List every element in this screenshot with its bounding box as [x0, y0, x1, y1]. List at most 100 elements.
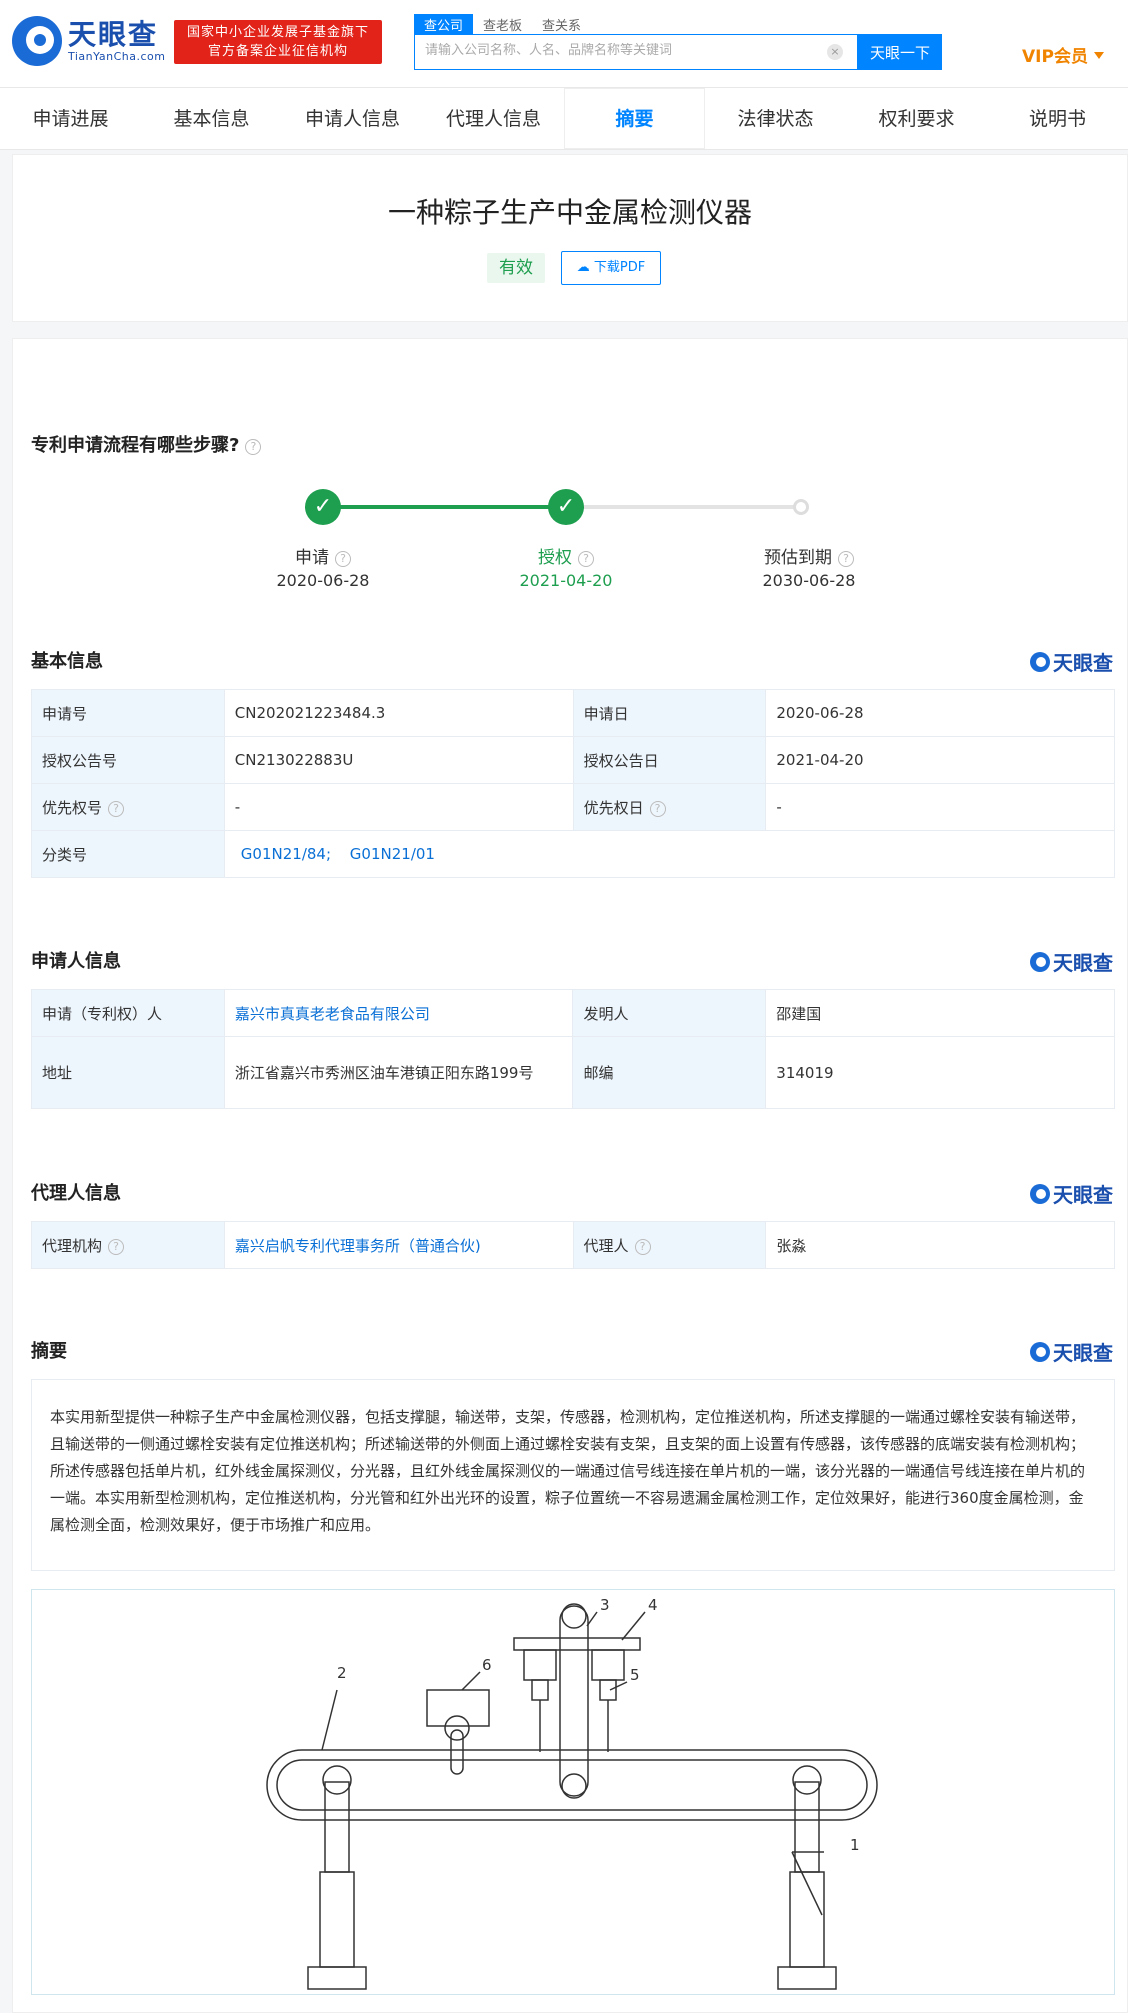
part-label-1: 1	[850, 1836, 860, 1854]
patent-detail-card: 专利申请流程有哪些步骤?? ✓ ✓ 申请? 2020-06-28 授权? 202…	[12, 338, 1128, 2013]
help-icon[interactable]: ?	[108, 1238, 125, 1255]
caret-down-icon	[1093, 52, 1104, 59]
timeline-progress-line	[323, 505, 557, 509]
postcode: 314019	[765, 1036, 1115, 1109]
step-date: 2030-06-28	[762, 571, 856, 590]
logo-text: 天眼查	[68, 17, 159, 51]
applicant-info-table: 申请（专利权）人 嘉兴市真真老老食品有限公司 发明人 邵建国 地址 浙江省嘉兴市…	[31, 989, 1115, 1109]
logo-eye-icon	[12, 16, 62, 66]
classification-link[interactable]: G01N21/01	[350, 845, 435, 863]
bracket	[513, 1637, 641, 1651]
abstract-text: 本实用新型提供一种粽子生产中金属检测仪器，包括支撑腿，输送带，支架，传感器，检测…	[31, 1379, 1115, 1571]
step-pending-dot	[793, 499, 809, 515]
help-icon[interactable]: ?	[838, 551, 854, 567]
step-date: 2020-06-28	[276, 571, 370, 590]
step-done-check-icon: ✓	[548, 489, 584, 525]
help-icon[interactable]: ?	[649, 800, 666, 817]
tab-agent-info[interactable]: 代理人信息	[423, 88, 564, 149]
patent-title-card: 一种粽子生产中金属检测仪器 有效 ☁ 下载PDF	[12, 154, 1128, 322]
applicant-address: 浙江省嘉兴市秀洲区油车港镇正阳东路199号	[223, 1036, 574, 1109]
table-row: 地址 浙江省嘉兴市秀洲区油车港镇正阳东路199号 邮编 314019	[31, 1036, 1115, 1109]
tab-search-relation[interactable]: 查关系	[532, 14, 591, 35]
part-label-6: 6	[482, 1656, 492, 1674]
tab-applicant-info[interactable]: 申请人信息	[282, 88, 423, 149]
agency-link[interactable]: 嘉兴启帆专利代理事务所（普通合伙)	[235, 1237, 481, 1255]
step-label: 申请?	[243, 543, 403, 568]
grant-date: 2021-04-20	[765, 736, 1115, 784]
priority-number: -	[223, 783, 574, 831]
step-label: 授权?	[486, 543, 646, 568]
brand-logo: 天眼查	[1030, 1179, 1113, 1208]
table-row: 代理机构? 嘉兴启帆专利代理事务所（普通合伙) 代理人? 张淼	[31, 1221, 1115, 1269]
timeline-pending-line	[567, 505, 797, 509]
brand-eye-icon	[1030, 1341, 1050, 1362]
tab-search-company[interactable]: 查公司	[414, 14, 474, 35]
application-number: CN202021223484.3	[223, 689, 574, 737]
timeline-section-title: 专利申请流程有哪些步骤??	[31, 431, 262, 457]
patent-section-nav: 申请进展 基本信息 申请人信息 代理人信息 摘要 法律状态 权利要求 说明书	[0, 88, 1128, 150]
abstract-title: 摘要	[31, 1341, 67, 1362]
status-badge: 有效	[487, 253, 545, 283]
detection-column	[559, 1605, 589, 1797]
pusher-mechanism	[426, 1689, 490, 1727]
search-type-tabs: 查公司 查老板 查关系	[414, 14, 591, 35]
agent-name: 张淼	[765, 1221, 1115, 1269]
search-button[interactable]: 天眼一下	[858, 34, 942, 70]
inventor-name: 邵建国	[765, 989, 1115, 1037]
support-leg	[324, 1781, 350, 1873]
patent-drawing-figure: 1 2 3 4 5 6	[266, 1596, 878, 1990]
page-title: 一种粽子生产中金属检测仪器	[387, 196, 752, 229]
step-label: 预估到期?	[729, 543, 889, 568]
brand-logo: 天眼查	[1030, 947, 1113, 976]
official-badge: 国家中小企业发展子基金旗下 官方备案企业征信机构	[174, 20, 382, 64]
brand-logo: 天眼查	[1030, 647, 1113, 676]
part-label-4: 4	[648, 1596, 658, 1614]
brand-eye-icon	[1030, 1183, 1050, 1204]
step-date: 2021-04-20	[519, 571, 613, 590]
support-leg	[794, 1781, 820, 1873]
table-row: 申请号 CN202021223484.3 申请日 2020-06-28	[31, 689, 1115, 737]
help-icon[interactable]: ?	[108, 800, 125, 817]
part-label-3: 3	[600, 1596, 610, 1614]
table-row: 优先权号? - 优先权日? -	[31, 783, 1115, 831]
tab-basic-info[interactable]: 基本信息	[141, 88, 282, 149]
clear-icon[interactable]: ×	[827, 44, 843, 60]
part-label-2: 2	[337, 1664, 347, 1682]
brand-eye-icon	[1030, 951, 1050, 972]
logo-domain: TianYanCha.com	[68, 49, 166, 63]
tab-description[interactable]: 说明书	[987, 88, 1128, 149]
site-logo[interactable]: 天眼查 TianYanCha.com	[12, 16, 165, 66]
brand-logo: 天眼查	[1030, 1337, 1113, 1366]
table-row: 申请（专利权）人 嘉兴市真真老老食品有限公司 发明人 邵建国	[31, 989, 1115, 1037]
agent-info-table: 代理机构? 嘉兴启帆专利代理事务所（普通合伙) 代理人? 张淼	[31, 1221, 1115, 1269]
download-pdf-button[interactable]: ☁ 下载PDF	[561, 251, 661, 285]
part-label-5: 5	[630, 1666, 640, 1684]
search-box: ×	[414, 34, 858, 70]
tab-legal-status[interactable]: 法律状态	[705, 88, 846, 149]
step-done-check-icon: ✓	[305, 489, 341, 525]
applicant-link[interactable]: 嘉兴市真真老老食品有限公司	[235, 1005, 430, 1023]
tab-search-boss[interactable]: 查老板	[473, 14, 532, 35]
vip-member-menu[interactable]: VIP会员	[1022, 42, 1104, 67]
agent-info-title: 代理人信息	[31, 1183, 121, 1204]
top-header: 天眼查 TianYanCha.com 国家中小企业发展子基金旗下 官方备案企业征…	[0, 0, 1128, 88]
basic-info-title: 基本信息	[31, 651, 103, 672]
table-row: 分类号 G01N21/84; G01N21/01	[31, 830, 1116, 878]
help-icon[interactable]: ?	[335, 551, 351, 567]
basic-info-table: 申请号 CN202021223484.3 申请日 2020-06-28 授权公告…	[31, 689, 1116, 878]
tab-claims[interactable]: 权利要求	[846, 88, 987, 149]
help-icon[interactable]: ?	[634, 1238, 651, 1255]
patent-drawing: 1 2 3 4 5 6	[31, 1589, 1115, 1995]
search-input[interactable]	[425, 43, 815, 58]
tab-abstract[interactable]: 摘要	[564, 88, 705, 149]
applicant-info-title: 申请人信息	[31, 951, 121, 972]
tab-progress[interactable]: 申请进展	[0, 88, 141, 149]
table-row: 授权公告号 CN213022883U 授权公告日 2021-04-20	[31, 736, 1115, 784]
grant-number: CN213022883U	[223, 736, 574, 784]
brand-eye-icon	[1030, 651, 1050, 672]
classification-link[interactable]: G01N21/84;	[241, 845, 331, 863]
application-date: 2020-06-28	[765, 689, 1115, 737]
priority-date: -	[765, 783, 1115, 831]
help-icon[interactable]: ?	[578, 551, 594, 567]
help-icon[interactable]: ?	[245, 439, 262, 455]
